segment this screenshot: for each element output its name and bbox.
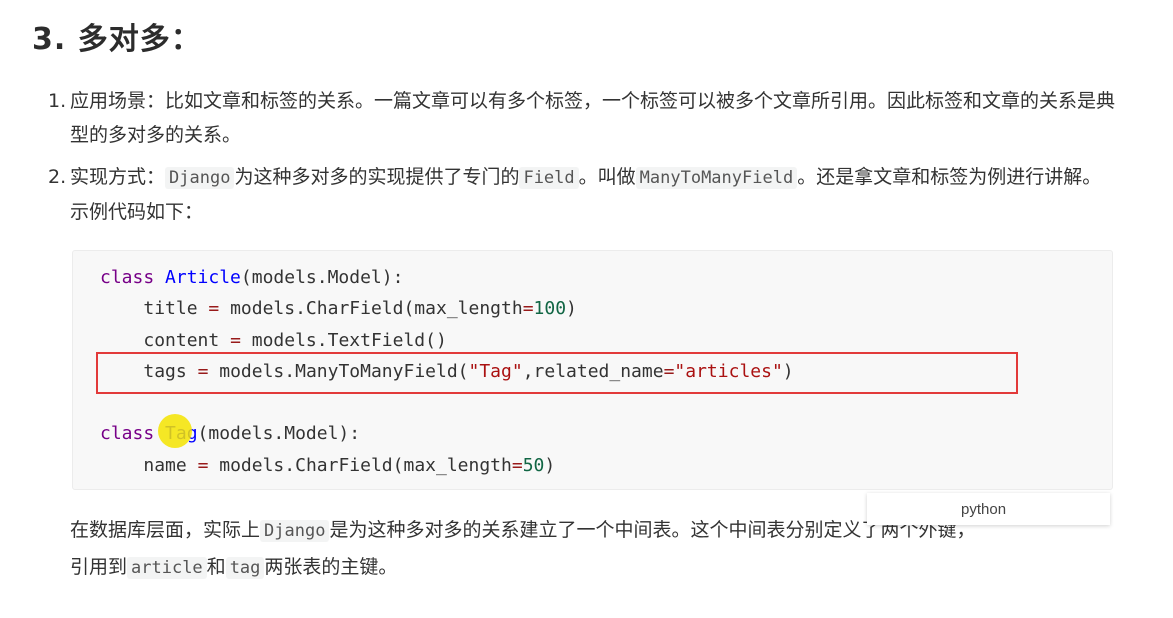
- language-label: python: [961, 500, 1007, 518]
- text-segment: 在数据库层面，实际上: [70, 519, 261, 541]
- inline-code-field: Field: [519, 167, 579, 189]
- cursor-highlight-marker: [158, 414, 192, 448]
- code-text: models.CharField(max_length: [230, 298, 523, 320]
- operator: =: [197, 454, 209, 476]
- code-text: ): [544, 454, 556, 476]
- number-literal: 50: [522, 454, 545, 476]
- class-name: Article: [165, 267, 241, 288]
- text-segment: 和: [206, 556, 226, 578]
- list-item-implementation: 2. 实现方式： Django 为这种多对多的实现提供了专门的 Field 。叫做 Man…: [48, 160, 1118, 229]
- operator: =: [511, 454, 523, 476]
- code-text: (models.Model):: [197, 423, 361, 445]
- text-segment: 为这种多对多的实现提供了专门的: [234, 166, 520, 188]
- list-number: 1.: [48, 90, 67, 112]
- code-text: name: [143, 454, 187, 476]
- language-selector[interactable]: python: [867, 493, 1110, 525]
- text-segment: 实现方式：: [70, 166, 166, 188]
- list-item-text: 应用场景：比如文章和标签的关系。一篇文章可以有多个标签，一个标签可以被多个文章所…: [70, 90, 1116, 146]
- operator: =: [208, 298, 220, 320]
- list-item-usage: 1. 应用场景：比如文章和标签的关系。一篇文章可以有多个标签，一个标签可以被多个…: [48, 84, 1118, 152]
- code-text: models.TextField(): [251, 329, 447, 351]
- inline-code-article: article: [127, 557, 207, 579]
- text-segment: 两张表的主键。: [264, 556, 398, 578]
- inline-code-django: Django: [260, 520, 330, 542]
- code-text: (models.Model):: [240, 267, 404, 288]
- number-literal: 100: [533, 298, 567, 320]
- operator: =: [522, 298, 534, 320]
- inline-code-tag: tag: [225, 557, 265, 579]
- list-number: 2.: [48, 166, 67, 188]
- code-text: title: [143, 298, 198, 320]
- section-heading: 3. 多对多：: [32, 22, 202, 57]
- list-item-text: 实现方式： Django 为这种多对多的实现提供了专门的 Field 。叫做 ManyTo…: [48, 160, 1118, 229]
- code-text: content: [143, 329, 220, 351]
- inline-code-django: Django: [165, 167, 235, 189]
- code-text: models.CharField(max_length: [219, 454, 512, 476]
- highlight-box: [96, 352, 1018, 394]
- keyword: class: [100, 423, 155, 445]
- operator: =: [230, 329, 241, 351]
- text-segment: 。叫做: [578, 166, 636, 188]
- text-segment: 引用到: [70, 556, 128, 578]
- keyword: class: [100, 267, 155, 288]
- inline-code-manytomanyfield: ManyToManyField: [635, 167, 798, 189]
- code-text: ): [566, 298, 577, 320]
